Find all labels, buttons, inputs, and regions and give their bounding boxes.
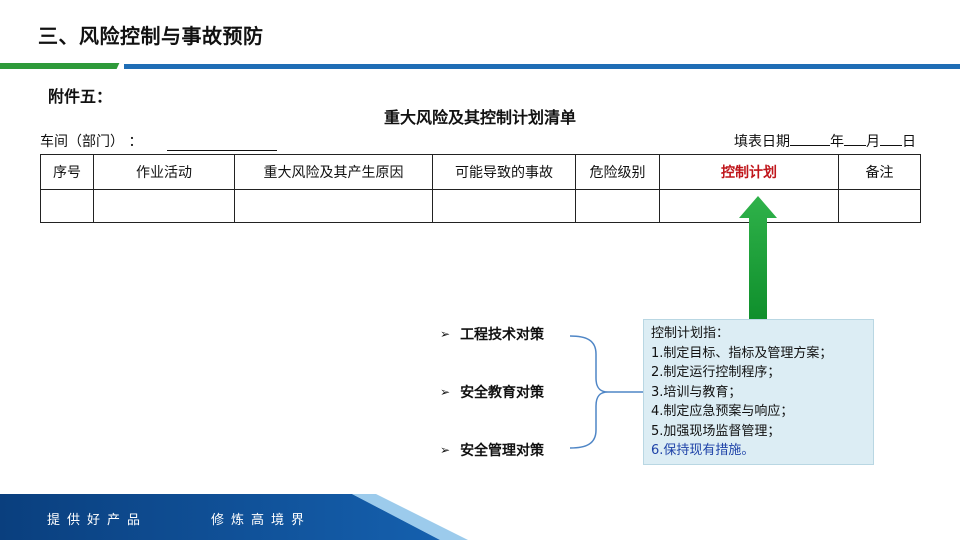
month-blank [844,131,866,146]
measure-item: ➢ 安全管理对策 [440,440,544,460]
table-cell [93,189,235,223]
column-header: 作业活动 [93,154,235,190]
control-plan-item: 1.制定目标、指标及管理方案； [651,345,833,361]
header-green-bar [0,63,120,69]
document-title: 重大风险及其控制计划清单 [383,108,576,127]
measure-label: 工程技术对策 [460,327,545,343]
table-cell [40,189,94,223]
measure-label: 安全管理对策 [460,443,545,459]
table-cell [838,189,921,223]
day-label: 日 [902,134,916,150]
fill-date: 填表日期 年 月 日 [734,131,916,151]
chevron-right-icon: ➢ [440,443,451,457]
right-brace-icon [569,335,644,449]
measure-item: ➢ 安全教育对策 [440,382,544,402]
column-header: 序号 [40,154,94,190]
column-header-control-plan: 控制计划 [659,154,839,190]
risk-control-table: 序号 作业活动 重大风险及其产生原因 可能导致的事故 危险级别 控制计划 备注 [40,154,921,223]
fill-date-label: 填表日期 [734,134,790,150]
year-label: 年 [830,134,844,150]
chevron-right-icon: ➢ [440,385,451,399]
workshop-label: 车间（部门） ： [40,134,143,150]
control-plan-box: 控制计划指： 1.制定目标、指标及管理方案； 2.制定运行控制程序； 3.培训与… [643,319,874,465]
table-cell [432,189,576,223]
page-title: 三、风险控制与事故预防 [38,24,264,48]
year-blank [790,131,830,146]
control-plan-heading: 控制计划指： [651,326,730,341]
table-cell [234,189,433,223]
control-plan-item-highlight: 6.保持现有措施。 [651,443,755,458]
column-header: 重大风险及其产生原因 [234,154,433,190]
chevron-right-icon: ➢ [440,327,451,341]
table-cell [575,189,660,223]
footer-slogan-left: 提供好产品 [47,513,148,528]
measure-label: 安全教育对策 [460,385,545,401]
month-label: 月 [866,134,880,150]
workshop-blank-line [167,150,277,151]
control-plan-item: 2.制定运行控制程序； [651,365,781,380]
table-row [40,189,921,223]
column-header: 备注 [838,154,921,190]
up-arrow-icon [739,196,777,320]
header-blue-bar [124,64,960,69]
control-plan-item: 5.加强现场监督管理； [651,423,781,439]
footer-slogan-right: 修炼高境界 [211,513,312,528]
control-plan-item: 3.培训与教育； [651,384,742,400]
day-blank [880,131,902,146]
measure-item: ➢ 工程技术对策 [440,324,544,344]
column-header: 可能导致的事故 [432,154,576,190]
table-header-row: 序号 作业活动 重大风险及其产生原因 可能导致的事故 危险级别 控制计划 备注 [40,154,921,190]
control-plan-item: 4.制定应急预案与响应； [651,404,794,419]
column-header: 危险级别 [575,154,660,190]
